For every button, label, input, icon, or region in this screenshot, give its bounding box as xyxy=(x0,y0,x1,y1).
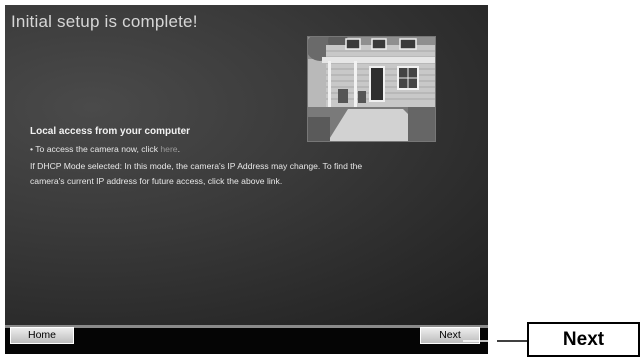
section-heading: Local access from your computer xyxy=(30,126,191,137)
access-prefix: • To access the camera now, click xyxy=(30,144,161,154)
page-title: Initial setup is complete! xyxy=(11,12,198,31)
house-photo xyxy=(307,36,436,142)
access-suffix: . xyxy=(177,144,180,154)
home-button[interactable]: Home xyxy=(10,327,74,344)
footer-bar xyxy=(5,328,488,354)
next-callout-label: Next xyxy=(527,322,640,357)
setup-wizard-window: Initial setup is complete! Local access … xyxy=(5,5,488,354)
next-button[interactable]: Next xyxy=(420,327,480,344)
here-link[interactable]: here xyxy=(160,144,177,154)
dhcp-note-line-2: camera's current IP address for future a… xyxy=(30,176,283,186)
content-panel: Initial setup is complete! Local access … xyxy=(5,5,488,325)
access-instruction: • To access the camera now, click here. xyxy=(30,144,180,154)
dhcp-note-line-1: If DHCP Mode selected: In this mode, the… xyxy=(30,161,363,171)
